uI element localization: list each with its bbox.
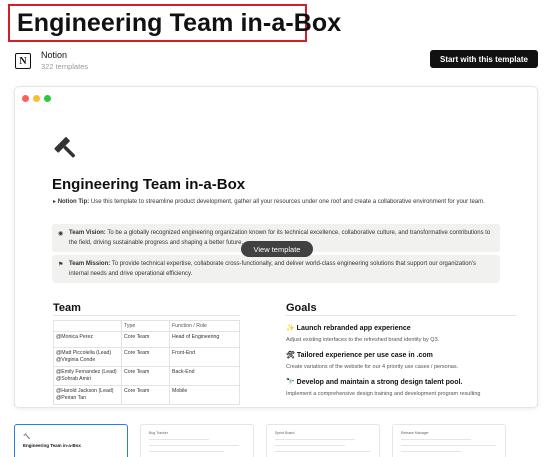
thumbnail-strip: 🔨 Engineering Team in-a-Box Bug Tracker … bbox=[14, 424, 506, 457]
table-header-row: Type Function / Role bbox=[53, 320, 240, 332]
goal-title: Develop and maintain a strong design tal… bbox=[296, 379, 463, 386]
table-header-role: Function / Role bbox=[169, 320, 240, 332]
thumbnail-label: Bug Tracker bbox=[149, 431, 168, 435]
thumbnail-label: Release Manager bbox=[401, 431, 429, 435]
mission-text: To provide technical expertise, collabor… bbox=[69, 261, 477, 277]
member-name: @Harold Jackson (Lead) bbox=[56, 388, 114, 394]
type-cell: Core Team bbox=[121, 366, 170, 386]
table-header-type: Type bbox=[121, 320, 170, 332]
thumbnail-line bbox=[401, 451, 461, 452]
goal-item: 🔭 Develop and maintain a strong design t… bbox=[286, 378, 516, 398]
goal-item: ✨ Launch rebranded app experience Adjust… bbox=[286, 324, 516, 344]
goals-heading: Goals bbox=[286, 302, 317, 314]
member-cell: @Matt Piccolella (Lead) @Virginia Conde bbox=[53, 347, 122, 367]
thumbnail-bug-tracker[interactable]: Bug Tracker bbox=[140, 424, 254, 457]
thumbnail-line bbox=[401, 439, 471, 440]
close-dot-icon bbox=[22, 95, 29, 102]
member-name: @Matt Piccolella (Lead) bbox=[56, 350, 112, 356]
thumbnail-sprint-board[interactable]: Sprint Board bbox=[266, 424, 380, 457]
thumbnail-engineering-team[interactable]: 🔨 Engineering Team in-a-Box bbox=[14, 424, 128, 457]
maximize-dot-icon bbox=[44, 95, 51, 102]
tools-icon: 🛠 bbox=[286, 352, 295, 359]
thumbnail-line bbox=[275, 445, 345, 446]
template-preview[interactable]: Engineering Team in-a-Box ▸ Notion Tip: … bbox=[14, 86, 538, 408]
team-mission-callout: ⚑ Team Mission: To provide technical exp… bbox=[52, 255, 500, 283]
mission-label: Team Mission: bbox=[69, 261, 111, 267]
member-name: @Emily Fernandez (Lead) bbox=[56, 369, 117, 375]
thumbnail-label: Sprint Board bbox=[275, 431, 295, 435]
table-row: @Matt Piccolella (Lead) @Virginia Conde C… bbox=[53, 347, 240, 367]
view-template-button[interactable]: View template bbox=[241, 241, 313, 257]
goal-text: Implement a comprehensive design trainin… bbox=[286, 391, 481, 397]
role-cell: Mobile bbox=[169, 385, 240, 405]
table-header-name bbox=[53, 320, 122, 332]
member-name-2: @Peiran Tan bbox=[56, 395, 86, 401]
thumbnail-line bbox=[149, 439, 209, 440]
page-title: Engineering Team in-a-Box bbox=[17, 8, 342, 37]
thumbnail-line bbox=[401, 445, 496, 446]
tip-label: Notion Tip: bbox=[57, 199, 90, 205]
member-cell: @Harold Jackson (Lead) @Peiran Tan bbox=[53, 385, 122, 405]
role-cell: Head of Engineering bbox=[169, 331, 240, 348]
thumbnail-label: Engineering Team in-a-Box bbox=[23, 443, 81, 448]
window-dots bbox=[22, 95, 51, 102]
member-name: @Monica Perez bbox=[56, 334, 93, 340]
thumbnail-line bbox=[275, 451, 370, 452]
table-row: @Emily Fernandez (Lead) @Sohrab Amiri Cor… bbox=[53, 366, 240, 386]
type-cell: Core Team bbox=[121, 385, 170, 405]
type-cell: Core Team bbox=[121, 347, 170, 367]
team-divider bbox=[53, 315, 240, 316]
thumbnail-release-manager[interactable]: Release Manager bbox=[392, 424, 506, 457]
notion-logo-icon: N bbox=[15, 53, 31, 69]
tip-text: Use this template to streamline product … bbox=[90, 199, 485, 205]
sparkles-icon: ✨ bbox=[286, 325, 295, 332]
table-row: @Harold Jackson (Lead) @Peiran Tan Core T… bbox=[53, 385, 240, 405]
member-cell: @Monica Perez bbox=[53, 331, 122, 348]
vision-label: Team Vision: bbox=[69, 230, 106, 236]
start-with-template-button[interactable]: Start with this template bbox=[430, 50, 538, 68]
thumbnail-line bbox=[149, 445, 239, 446]
team-table: Type Function / Role @Monica Perez Core … bbox=[53, 320, 240, 405]
page-title-highlight: Engineering Team in-a-Box bbox=[8, 4, 341, 42]
creator-name[interactable]: Notion bbox=[41, 49, 88, 61]
goal-item: 🛠 Tailored experience per use case in .c… bbox=[286, 351, 516, 371]
thumbnail-line bbox=[149, 451, 224, 452]
goal-title: Tailored experience per use case in .com bbox=[296, 352, 433, 359]
goal-title: Launch rebranded app experience bbox=[296, 325, 411, 332]
member-name-2: @Virginia Conde bbox=[56, 357, 96, 363]
notion-tip: ▸ Notion Tip: Use this template to strea… bbox=[53, 198, 485, 205]
goal-text: Adjust existing interfaces to the refres… bbox=[286, 337, 440, 343]
flag-icon: ⚑ bbox=[58, 262, 64, 268]
template-page: Engineering Team in-a-Box N Notion 322 t… bbox=[0, 0, 550, 457]
member-cell: @Emily Fernandez (Lead) @Sohrab Amiri bbox=[53, 366, 122, 386]
member-name-2: @Sohrab Amiri bbox=[56, 376, 91, 382]
minimize-dot-icon bbox=[33, 95, 40, 102]
tip-toggle-icon: ▸ bbox=[53, 199, 57, 205]
thumbnail-line bbox=[275, 439, 355, 440]
hammer-icon bbox=[54, 137, 76, 158]
table-row: @Monica Perez Core Team Head of Engineer… bbox=[53, 331, 240, 348]
team-heading: Team bbox=[53, 302, 81, 314]
target-icon: ◉ bbox=[58, 231, 64, 237]
telescope-icon: 🔭 bbox=[286, 379, 295, 386]
creator-info[interactable]: N Notion 322 templates bbox=[15, 49, 88, 72]
doc-title: Engineering Team in-a-Box bbox=[52, 176, 246, 193]
hammer-icon: 🔨 bbox=[23, 434, 31, 440]
type-cell: Core Team bbox=[121, 331, 170, 348]
role-cell: Front-End bbox=[169, 347, 240, 367]
goals-divider bbox=[286, 315, 516, 316]
goal-text: Create variations of the website for our… bbox=[286, 364, 459, 370]
role-cell: Back-End bbox=[169, 366, 240, 386]
creator-template-count: 322 templates bbox=[41, 62, 89, 71]
